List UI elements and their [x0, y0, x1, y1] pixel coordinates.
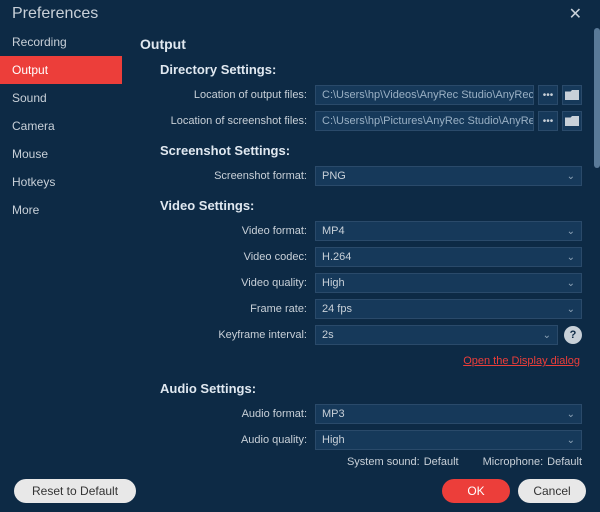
audio-title: Audio Settings: — [160, 381, 582, 396]
audio-quality-label: Audio quality: — [160, 434, 315, 446]
audio-status-row: System sound:Default Microphone:Default — [160, 456, 582, 468]
browse-screenshot-button[interactable]: ••• — [538, 111, 558, 131]
sidebar-item-sound[interactable]: Sound — [0, 84, 122, 112]
close-button[interactable]: ✕ — [563, 2, 588, 26]
chevron-down-icon: ⌄ — [567, 226, 575, 237]
screenshot-format-select[interactable]: PNG⌄ — [315, 166, 582, 186]
ok-button[interactable]: OK — [442, 479, 510, 503]
sidebar-item-more[interactable]: More — [0, 196, 122, 224]
video-codec-label: Video codec: — [160, 251, 315, 263]
sidebar-item-mouse[interactable]: Mouse — [0, 140, 122, 168]
microphone-status: Microphone:Default — [479, 456, 582, 468]
chevron-down-icon: ⌄ — [567, 409, 575, 420]
output-files-label: Location of output files: — [160, 89, 315, 101]
audio-format-label: Audio format: — [160, 408, 315, 420]
window-title: Preferences — [12, 5, 98, 23]
footer-right: OK Cancel — [442, 479, 586, 503]
sidebar-item-recording[interactable]: Recording — [0, 28, 122, 56]
video-format-row: Video format: MP4⌄ — [160, 221, 582, 241]
video-quality-select[interactable]: High⌄ — [315, 273, 582, 293]
screenshot-format-label: Screenshot format: — [160, 170, 315, 182]
open-screenshot-folder-button[interactable] — [562, 111, 582, 131]
open-output-folder-button[interactable] — [562, 85, 582, 105]
chevron-down-icon: ⌄ — [567, 278, 575, 289]
sidebar-item-output[interactable]: Output — [0, 56, 122, 84]
main: Recording Output Sound Camera Mouse Hotk… — [0, 28, 600, 470]
titlebar: Preferences ✕ — [0, 0, 600, 28]
video-section: Video Settings: Video format: MP4⌄ Video… — [140, 198, 582, 369]
content-panel: Output Directory Settings: Location of o… — [122, 28, 600, 470]
chevron-down-icon: ⌄ — [567, 171, 575, 182]
video-quality-row: Video quality: High⌄ — [160, 273, 582, 293]
scrollbar[interactable] — [594, 28, 600, 448]
video-title: Video Settings: — [160, 198, 582, 213]
chevron-down-icon: ⌄ — [567, 304, 575, 315]
audio-quality-row: Audio quality: High⌄ — [160, 430, 582, 450]
sidebar-item-hotkeys[interactable]: Hotkeys — [0, 168, 122, 196]
directory-title: Directory Settings: — [160, 62, 582, 77]
framerate-label: Frame rate: — [160, 303, 315, 315]
screenshot-section: Screenshot Settings: Screenshot format: … — [140, 143, 582, 186]
screenshot-files-label: Location of screenshot files: — [160, 115, 315, 127]
output-files-row: Location of output files: C:\Users\hp\Vi… — [160, 85, 582, 105]
scrollbar-thumb[interactable] — [594, 28, 600, 168]
cancel-button[interactable]: Cancel — [518, 479, 586, 503]
reset-button[interactable]: Reset to Default — [14, 479, 136, 503]
system-sound-status: System sound:Default — [343, 456, 459, 468]
open-display-link[interactable]: Open the Display dialog — [463, 355, 580, 367]
audio-format-select[interactable]: MP3⌄ — [315, 404, 582, 424]
folder-icon — [565, 90, 579, 100]
screenshot-files-input[interactable]: C:\Users\hp\Pictures\AnyRec Studio\AnyRe… — [315, 111, 534, 131]
screenshot-format-row: Screenshot format: PNG⌄ — [160, 166, 582, 186]
video-codec-row: Video codec: H.264⌄ — [160, 247, 582, 267]
page-title: Output — [140, 36, 582, 52]
screenshot-title: Screenshot Settings: — [160, 143, 582, 158]
video-quality-label: Video quality: — [160, 277, 315, 289]
audio-format-row: Audio format: MP3⌄ — [160, 404, 582, 424]
chevron-down-icon: ⌄ — [567, 252, 575, 263]
video-codec-select[interactable]: H.264⌄ — [315, 247, 582, 267]
folder-icon — [565, 116, 579, 126]
sidebar-item-camera[interactable]: Camera — [0, 112, 122, 140]
chevron-down-icon: ⌄ — [567, 435, 575, 446]
keyframe-help-button[interactable]: ? — [564, 326, 582, 344]
keyframe-row: Keyframe interval: 2s⌄ ? — [160, 325, 582, 345]
framerate-row: Frame rate: 24 fps⌄ — [160, 299, 582, 319]
audio-quality-select[interactable]: High⌄ — [315, 430, 582, 450]
framerate-select[interactable]: 24 fps⌄ — [315, 299, 582, 319]
chevron-down-icon: ⌄ — [543, 330, 551, 341]
keyframe-select[interactable]: 2s⌄ — [315, 325, 558, 345]
keyframe-label: Keyframe interval: — [160, 329, 315, 341]
output-files-input[interactable]: C:\Users\hp\Videos\AnyRec Studio\AnyRec … — [315, 85, 534, 105]
footer: Reset to Default OK Cancel — [0, 470, 600, 512]
video-format-label: Video format: — [160, 225, 315, 237]
sidebar: Recording Output Sound Camera Mouse Hotk… — [0, 28, 122, 470]
audio-section: Audio Settings: Audio format: MP3⌄ Audio… — [140, 381, 582, 470]
display-link-row: Open the Display dialog — [160, 351, 582, 369]
browse-output-button[interactable]: ••• — [538, 85, 558, 105]
directory-section: Directory Settings: Location of output f… — [140, 62, 582, 131]
video-format-select[interactable]: MP4⌄ — [315, 221, 582, 241]
screenshot-files-row: Location of screenshot files: C:\Users\h… — [160, 111, 582, 131]
